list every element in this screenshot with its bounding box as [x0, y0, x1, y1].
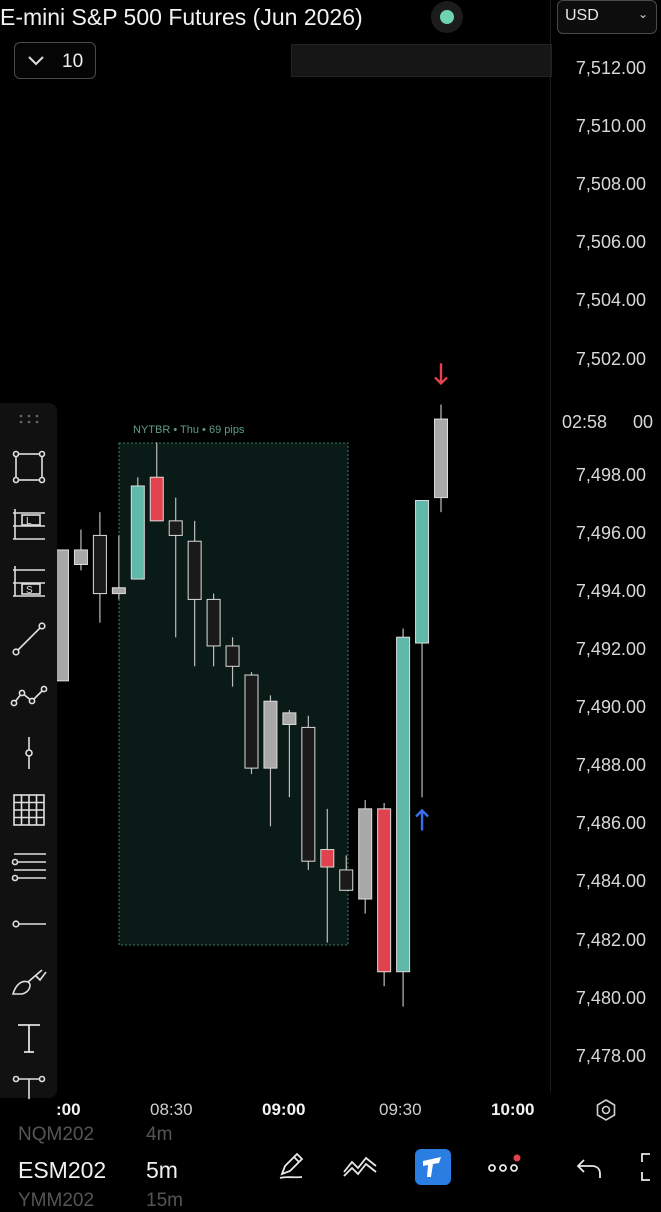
indicators-icon[interactable] [342, 1154, 378, 1178]
price-tick: 7,490.00 [575, 697, 646, 718]
vertical-line-icon[interactable] [10, 734, 48, 772]
candle-body [377, 808, 392, 973]
undo-icon[interactable] [576, 1156, 602, 1180]
pen-icon[interactable] [276, 1150, 306, 1180]
candle-body [206, 598, 221, 647]
price-tick: 7,508.00 [575, 174, 646, 195]
price-tick: 7,502.00 [575, 348, 646, 369]
short-position-icon[interactable]: S [10, 563, 48, 601]
grid-icon[interactable] [10, 791, 48, 829]
candle-body [263, 700, 278, 769]
trend-line-icon[interactable] [10, 620, 48, 658]
time-tick: :00 [56, 1100, 81, 1119]
candle-body [244, 674, 259, 769]
buy-arrow-marker [415, 808, 429, 831]
app-logo-icon[interactable] [415, 1149, 451, 1185]
candle-body [301, 726, 316, 862]
candle-body [396, 636, 411, 973]
ghost-symbol[interactable]: YMM202 [18, 1190, 94, 1212]
candle-body [282, 712, 297, 725]
timeframe-button[interactable]: 5m [146, 1157, 178, 1184]
brush-icon[interactable] [10, 962, 48, 1000]
time-tick: 09:00 [262, 1100, 306, 1119]
time-tick: 10:00 [491, 1100, 535, 1119]
horizontal-ray-icon[interactable] [10, 905, 48, 943]
ghost-timeframe[interactable]: 15m [146, 1190, 183, 1212]
candle-body [149, 476, 164, 522]
price-axis[interactable]: 7,512.00 7,510.00 7,508.00 7,506.00 7,504.00… [550, 0, 661, 1092]
drag-handle-icon[interactable] [18, 413, 40, 425]
rectangle-icon[interactable] [10, 448, 48, 486]
candle-body [168, 520, 183, 536]
time-tick: 08:30 [150, 1100, 193, 1119]
sell-arrow-marker [434, 363, 448, 386]
price-tick: 7,494.00 [575, 580, 646, 601]
header-placeholder-bar [291, 44, 552, 77]
price-tick: 7,484.00 [575, 871, 646, 892]
path-icon[interactable] [10, 677, 48, 715]
bar-countdown: 02:58 00 [562, 412, 656, 433]
ghost-symbol[interactable]: NQM202 [18, 1124, 94, 1146]
price-tick: 7,480.00 [575, 987, 646, 1008]
price-tick: 7,488.00 [575, 755, 646, 776]
bottom-bar: NQM202 4m ESM202 5m YMM202 15m [0, 1124, 661, 1211]
countdown-price-suffix: 00 [633, 412, 654, 432]
drawing-toolbar: L S [0, 403, 57, 1099]
symbol-title[interactable]: E-mini S&P 500 Futures (Jun 2026) [0, 0, 363, 34]
price-tick: 7,486.00 [575, 813, 646, 834]
candle-body [358, 808, 373, 900]
svg-text:L: L [26, 516, 32, 527]
candle-body [415, 500, 430, 644]
interval-select[interactable]: 10 [14, 42, 96, 79]
interval-value: 10 [62, 51, 84, 72]
price-tick: 7,482.00 [575, 929, 646, 950]
price-tick: 7,478.00 [575, 1045, 646, 1066]
candle-body [339, 869, 354, 891]
time-axis[interactable]: :00 08:30 09:00 09:30 10:00 [0, 1092, 661, 1128]
more-icon[interactable] [486, 1154, 522, 1178]
chart-settings-icon[interactable] [594, 1098, 618, 1122]
session-label: NYTBR • Thu • 69 pips [133, 424, 245, 436]
market-status-icon[interactable] [431, 1, 463, 33]
candle-body [55, 549, 69, 682]
ghost-timeframe[interactable]: 4m [146, 1124, 172, 1146]
price-tick: 7,510.00 [575, 116, 646, 137]
fullscreen-icon[interactable] [636, 1152, 661, 1182]
price-tick: 7,506.00 [575, 232, 646, 253]
candle-body [130, 485, 145, 580]
time-tick: 09:30 [379, 1100, 422, 1119]
candle-body [320, 849, 335, 868]
text-icon[interactable] [10, 1019, 48, 1057]
chart-canvas[interactable]: NYTBR • Thu • 69 pips [0, 0, 550, 1092]
candle-body [225, 645, 240, 667]
price-tick: 7,504.00 [575, 290, 646, 311]
candle-body [111, 587, 126, 595]
price-tick: 7,492.00 [575, 639, 646, 659]
candle-body [73, 549, 88, 565]
fib-lines-icon[interactable] [10, 848, 48, 886]
candle-body [434, 418, 448, 499]
svg-text:S: S [26, 585, 33, 596]
long-position-icon[interactable]: L [10, 506, 48, 544]
countdown-value: 02:58 [562, 412, 608, 432]
price-tick: 7,512.00 [575, 58, 646, 78]
price-tick: 7,498.00 [575, 464, 646, 485]
candle-body [187, 540, 202, 600]
price-tick: 7,496.00 [575, 522, 646, 543]
chevron-down-icon [27, 51, 45, 74]
symbol-button[interactable]: ESM202 [18, 1157, 106, 1184]
candle-body [92, 534, 107, 595]
